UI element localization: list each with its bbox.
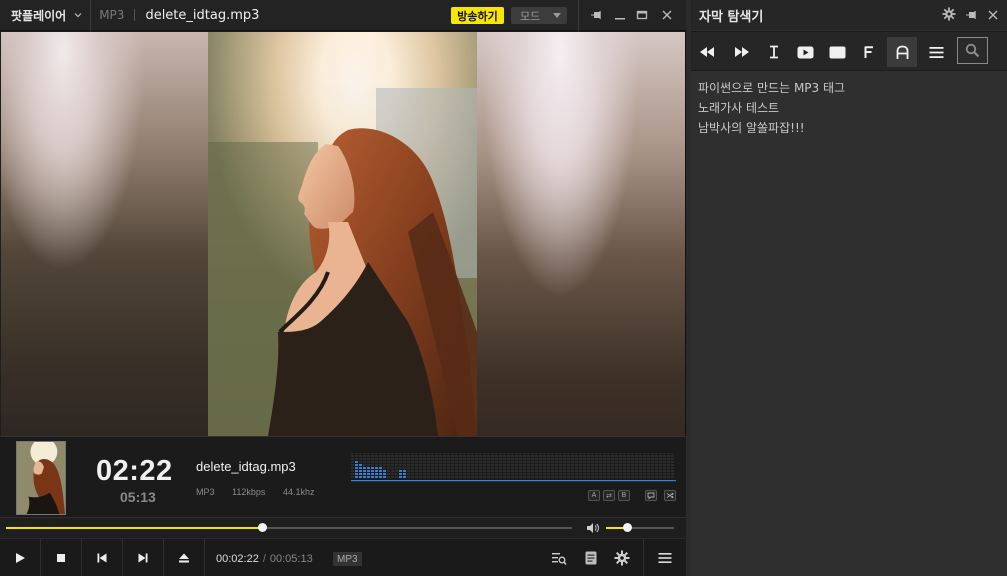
eject-icon <box>179 553 189 563</box>
screen-icon <box>829 46 845 58</box>
lyrics-line[interactable]: 노래가사 테스트 <box>698 98 845 118</box>
video-area[interactable] <box>1 32 685 436</box>
lyrics-list: 파이썬으로 만드는 MP3 태그 노래가사 테스트 남박사의 알쏠파잡!!! <box>698 78 845 138</box>
app-root: 팟플레이어 MP3 delete_idtag.mp3 방송하기 모드 02:22… <box>0 0 1007 576</box>
title-bar: 팟플레이어 MP3 delete_idtag.mp3 <box>0 0 686 31</box>
title-divider <box>134 9 136 21</box>
track-title: delete_idtag.mp3 <box>196 459 296 474</box>
mode-label: 모드 <box>520 9 541 23</box>
text-cursor-icon <box>770 45 778 59</box>
play-icon <box>16 553 25 563</box>
codec-label: MP3 <box>196 487 215 497</box>
repeat-b-button[interactable]: B <box>618 490 630 501</box>
app-menu-button[interactable]: 팟플레이어 <box>0 0 92 31</box>
elapsed-time: 00:02:22 <box>216 553 259 565</box>
blurred-background-right <box>477 32 685 436</box>
skip-forward-icon <box>138 553 148 563</box>
volume-slider[interactable] <box>606 527 674 529</box>
player-window: 팟플레이어 MP3 delete_idtag.mp3 방송하기 모드 02:22… <box>0 0 686 576</box>
volume-handle[interactable] <box>623 523 633 532</box>
font-f-button[interactable] <box>854 37 884 67</box>
fast-forward-icon <box>735 47 749 57</box>
play-subtitle-button[interactable] <box>790 37 820 67</box>
title-separator <box>578 0 579 31</box>
info-panel: 02:22 05:13 delete_idtag.mp3 MP3 112kbps… <box>0 436 686 517</box>
screen-button[interactable] <box>822 37 852 67</box>
video-play-icon <box>797 46 813 58</box>
time-separator: / <box>262 553 266 565</box>
samplerate-label: 44.1khz <box>283 487 315 497</box>
lyrics-line[interactable]: 파이썬으로 만드는 MP3 태그 <box>698 78 845 98</box>
album-art-image <box>208 32 477 436</box>
hamburger-menu-icon[interactable] <box>657 550 673 566</box>
shuffle-icon <box>666 492 674 499</box>
letter-a-icon <box>896 45 908 59</box>
speaker-icon[interactable] <box>586 522 600 534</box>
stop-icon <box>57 554 65 562</box>
control-bar: 00:02:22/00:05:13 MP3 <box>0 538 686 576</box>
close-icon[interactable] <box>660 8 674 22</box>
format-label: MP3 <box>99 8 125 22</box>
rewind-icon <box>700 47 714 57</box>
document-icon[interactable] <box>583 550 599 566</box>
settings-gear-icon[interactable] <box>942 7 956 21</box>
title-filename: delete_idtag.mp3 <box>145 7 260 23</box>
search-button[interactable] <box>957 37 988 64</box>
letter-f-icon <box>864 46 873 58</box>
total-time-display: 05:13 <box>120 489 156 505</box>
maximize-icon[interactable] <box>635 8 649 22</box>
broadcast-button[interactable]: 방송하기 <box>451 7 504 24</box>
font-a-button[interactable] <box>887 37 917 67</box>
subtitle-toggle-button[interactable] <box>645 490 657 501</box>
album-art-thumbnail[interactable] <box>16 441 66 515</box>
skip-back-icon <box>97 553 107 563</box>
open-file-button[interactable] <box>164 539 205 576</box>
pin-icon[interactable] <box>589 8 603 22</box>
seek-handle[interactable] <box>257 523 267 532</box>
panel-title: 자막 탐색기 <box>699 9 764 25</box>
format-badge: MP3 <box>333 552 362 566</box>
fast-forward-button[interactable] <box>727 37 757 67</box>
repeat-a-button[interactable]: A <box>588 490 600 501</box>
panel-header: 자막 탐색기 <box>691 0 1007 30</box>
shuffle-button[interactable] <box>664 490 676 501</box>
gear-icon[interactable] <box>614 550 630 566</box>
blurred-background-left <box>1 32 208 436</box>
spectrum-visualizer <box>351 453 676 482</box>
repeat-ab-button[interactable]: ⇄ <box>603 490 615 501</box>
current-time-display: 02:22 <box>96 455 173 487</box>
rewind-button[interactable] <box>692 37 722 67</box>
subtitle-explorer-panel: 자막 탐색기 파이썬으로 만드는 MP3 태그 노래가사 테스트 남박사의 알쏠… <box>691 0 1007 576</box>
previous-button[interactable] <box>82 539 123 576</box>
play-button[interactable] <box>0 539 41 576</box>
seek-row <box>0 517 686 538</box>
lyrics-line[interactable]: 남박사의 알쏠파잡!!! <box>698 118 845 138</box>
control-divider <box>643 539 644 576</box>
stop-button[interactable] <box>41 539 82 576</box>
time-readout: 00:02:22/00:05:13 <box>216 553 313 565</box>
bitrate-label: 112kbps <box>232 487 266 497</box>
list-icon <box>929 46 943 58</box>
dropdown-arrow-icon <box>553 13 561 18</box>
close-icon[interactable] <box>986 8 1000 22</box>
panel-toolbar <box>691 31 1007 71</box>
playlist-search-icon[interactable] <box>551 550 567 566</box>
app-name: 팟플레이어 <box>11 8 67 23</box>
minimize-icon[interactable] <box>613 8 627 22</box>
duration-time: 00:05:13 <box>269 553 313 565</box>
mode-dropdown[interactable]: 모드 <box>511 7 567 24</box>
chevron-down-icon <box>74 13 82 18</box>
pin-icon[interactable] <box>964 8 978 22</box>
seek-progress-fill <box>6 527 263 529</box>
search-icon <box>965 43 980 58</box>
list-menu-button[interactable] <box>921 37 951 67</box>
speech-bubble-icon <box>647 492 655 499</box>
next-button[interactable] <box>123 539 164 576</box>
seek-bar[interactable] <box>6 527 572 529</box>
text-cursor-button[interactable] <box>759 37 789 67</box>
